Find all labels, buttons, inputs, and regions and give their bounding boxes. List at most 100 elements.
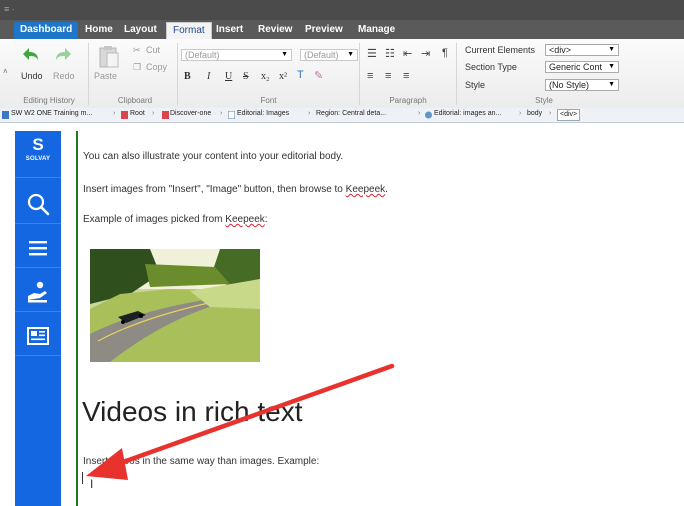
chevron-right-icon: ›	[308, 110, 311, 117]
chevron-right-icon: ›	[418, 110, 421, 117]
nav-divider	[15, 311, 61, 312]
redo-button[interactable]: Redo	[53, 71, 75, 81]
tab-review[interactable]: Review	[252, 22, 298, 39]
text-caret	[82, 472, 83, 484]
tab-insert[interactable]: Insert	[210, 22, 249, 39]
superscript-button[interactable]: x²	[279, 71, 287, 82]
page-icon	[162, 111, 169, 119]
font-family-select[interactable]: (Default) ▼	[181, 49, 292, 61]
current-elements-label: Current Elements	[465, 45, 536, 55]
font-size-select[interactable]: (Default) ▼	[300, 49, 358, 61]
bulleted-list-icon[interactable]: ☰	[367, 47, 377, 60]
images-icon	[425, 111, 432, 119]
style-label: Style	[465, 80, 486, 90]
paste-button[interactable]: Paste	[94, 71, 117, 81]
breadcrumb-item[interactable]: body	[527, 110, 542, 117]
search-icon[interactable]	[25, 191, 51, 217]
breadcrumb: SW W2 ONE Training m... › Root › Discove…	[0, 108, 684, 123]
tab-format[interactable]: Format	[166, 22, 212, 39]
breadcrumb-item[interactable]: Editorial: images an...	[434, 110, 501, 117]
group-label-paragraph: Paragraph	[389, 96, 427, 105]
paragraph-text: :	[264, 214, 268, 225]
solvay-logo-text: SOLVAY	[25, 156, 51, 162]
undo-icon[interactable]	[22, 45, 42, 65]
site-icon	[2, 111, 9, 119]
group-label-font: Font	[260, 96, 277, 105]
chevron-down-icon: ▼	[608, 81, 615, 88]
tab-layout[interactable]: Layout	[118, 22, 163, 39]
breadcrumb-item[interactable]: Root	[130, 110, 145, 117]
ribbon-separator	[177, 43, 178, 105]
ribbon-separator	[359, 43, 360, 105]
nav-divider	[15, 355, 61, 356]
ribbon: ˄ Undo Redo Editing History Paste ✂ Cut …	[0, 39, 684, 109]
chevron-down-icon: ▼	[608, 63, 615, 70]
style-select[interactable]: (No Style) ▼	[545, 79, 619, 91]
paragraph[interactable]: You can also illustrate your content int…	[83, 151, 343, 162]
align-left-icon[interactable]: ≡	[367, 70, 373, 82]
outdent-icon[interactable]: ⇤	[403, 47, 412, 60]
menu-icon[interactable]	[25, 235, 51, 261]
align-right-icon[interactable]: ≡	[403, 70, 409, 82]
current-elements-select[interactable]: <div> ▼	[545, 44, 619, 56]
copy-icon: ❐	[133, 62, 142, 72]
breadcrumb-item[interactable]: Region: Central deta...	[316, 110, 386, 117]
app-window: ≡ · Dashboard Home Layout Format Insert …	[0, 0, 684, 506]
editable-region-marker	[76, 131, 78, 506]
tab-home[interactable]: Home	[79, 22, 119, 39]
strikethrough-button[interactable]: S	[243, 71, 249, 82]
tab-manage[interactable]: Manage	[352, 22, 401, 39]
paragraph[interactable]: Example of images picked from Keepeek:	[83, 214, 268, 225]
group-label-clipboard: Clipboard	[117, 96, 153, 105]
paragraph[interactable]: Insert videos in the same way than image…	[83, 456, 319, 467]
chevron-right-icon: ›	[152, 110, 155, 117]
align-center-icon[interactable]: ≡	[385, 70, 391, 82]
breadcrumb-item[interactable]: Discover-one	[170, 110, 211, 117]
hand-user-icon[interactable]	[25, 279, 51, 305]
heading-videos[interactable]: Videos in rich text	[82, 396, 303, 428]
paragraph-text: Insert images from "Insert", "Image" but…	[83, 184, 346, 195]
title-strip: ≡ ·	[0, 0, 684, 20]
font-family-value: (Default)	[185, 50, 220, 60]
bold-button[interactable]: B	[184, 71, 191, 82]
breadcrumb-item[interactable]: SW W2 ONE Training m...	[11, 110, 92, 117]
app-menu-icon[interactable]: ≡ ·	[4, 4, 15, 14]
group-label-style: Style	[535, 96, 553, 105]
underline-button[interactable]: U	[225, 71, 232, 82]
keepeek-link[interactable]: Keepeek	[346, 184, 385, 195]
text-color-icon[interactable]: T	[297, 69, 304, 81]
copy-button[interactable]: Copy	[146, 62, 167, 72]
keepeek-link[interactable]: Keepeek	[225, 214, 264, 225]
ribbon-tabbar: Dashboard Home Layout Format Insert Revi…	[0, 20, 684, 39]
cut-button[interactable]: Cut	[146, 45, 160, 55]
tab-dashboard[interactable]: Dashboard	[14, 22, 79, 39]
undo-button[interactable]: Undo	[21, 71, 43, 81]
chevron-right-icon: ›	[519, 110, 522, 117]
numbered-list-icon[interactable]: ☷	[385, 47, 395, 60]
chevron-down-icon: ▼	[281, 51, 288, 58]
paste-icon[interactable]	[98, 45, 120, 69]
collapse-ribbon-icon[interactable]: ˄	[3, 67, 8, 76]
scissors-icon: ✂	[133, 45, 141, 55]
breadcrumb-item[interactable]: Editorial: Images	[237, 110, 289, 117]
section-type-select[interactable]: Generic Cont ▼	[545, 61, 619, 73]
paragraph-text: Example of images picked from	[83, 214, 226, 225]
redo-icon[interactable]	[52, 45, 72, 65]
chevron-right-icon: ›	[220, 110, 223, 117]
highlight-color-icon[interactable]: ✎	[314, 69, 323, 82]
example-image-road[interactable]	[90, 249, 260, 362]
paragraph[interactable]: Insert images from "Insert", "Image" but…	[83, 184, 388, 195]
solvay-logo[interactable]: S	[15, 135, 61, 155]
ribbon-separator	[456, 43, 457, 105]
paragraph-mark-icon[interactable]: ¶	[442, 47, 448, 59]
newspaper-icon[interactable]	[25, 323, 51, 349]
group-label-editing-history: Editing History	[23, 96, 75, 105]
indent-icon[interactable]: ⇥	[421, 47, 430, 60]
page-icon	[121, 111, 128, 119]
italic-button[interactable]: I	[207, 71, 210, 82]
breadcrumb-current[interactable]: <div>	[557, 109, 581, 121]
tab-preview[interactable]: Preview	[299, 22, 349, 39]
chevron-right-icon: ›	[549, 110, 552, 117]
subscript-button[interactable]: x₂	[261, 71, 270, 82]
left-nav: S SOLVAY	[15, 131, 61, 506]
